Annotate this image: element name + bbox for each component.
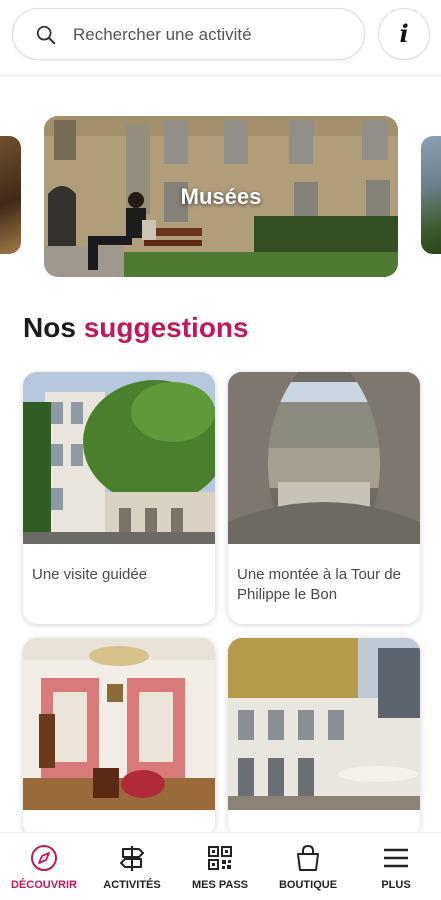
suggestions-title: Nos suggestions: [23, 312, 249, 344]
suggestion-card-caption: Une visite guidée: [32, 566, 148, 583]
search-icon: [36, 25, 56, 45]
nav-boutique[interactable]: BOUTIQUE: [264, 833, 352, 900]
compass-icon: [31, 845, 57, 871]
suggestion-card-cour[interactable]: [228, 638, 420, 838]
info-button[interactable]: i: [378, 8, 430, 60]
qr-code-icon: [208, 846, 232, 870]
signpost-icon: [120, 846, 144, 871]
suggestion-card-salon[interactable]: [23, 638, 215, 838]
search-bar[interactable]: Rechercher une activité: [12, 8, 365, 60]
nav-label: DÉCOUVRIR: [10, 879, 77, 891]
suggestion-card-tour-philippe-le-bon[interactable]: Une montée à la Tour de Philippe le Bon: [228, 372, 420, 624]
visite-guidee-photo: [23, 372, 215, 544]
info-icon: i: [399, 19, 409, 48]
suggestion-card-caption: Une montée à la Tour de Philippe le Bon: [237, 566, 401, 603]
top-bar: Rechercher une activité i: [0, 0, 441, 76]
tour-philippe-photo: [228, 372, 420, 544]
suggestions-title-plain: Nos: [23, 312, 76, 343]
nav-label: BOUTIQUE: [278, 879, 338, 891]
shopping-bag-icon: [297, 844, 319, 871]
salon-photo: [23, 638, 215, 810]
carousel-card-previous[interactable]: [0, 136, 21, 254]
suggestions-title-accent: suggestions: [83, 312, 249, 343]
menu-icon: [384, 848, 408, 868]
nav-label: MES PASS: [191, 879, 249, 891]
nav-plus[interactable]: PLUS: [352, 833, 440, 900]
category-carousel[interactable]: Musées: [0, 114, 441, 278]
nav-mes-pass[interactable]: MES PASS: [176, 833, 264, 900]
nav-activites[interactable]: ACTIVITÉS: [88, 833, 176, 900]
search-placeholder: Rechercher une activité: [73, 25, 252, 44]
cour-photo: [228, 638, 420, 810]
suggestion-card-visite-guidee[interactable]: Une visite guidée: [23, 372, 215, 624]
bottom-navigation: DÉCOUVRIR ACTIVITÉS MES PASS BOUTIQUE PL…: [0, 832, 441, 900]
nav-label: ACTIVITÉS: [103, 879, 161, 891]
nav-label: PLUS: [381, 879, 411, 891]
carousel-card-musees[interactable]: Musées: [44, 116, 398, 277]
nav-decouvrir[interactable]: DÉCOUVRIR: [0, 833, 88, 900]
carousel-card-label: Musées: [180, 184, 262, 209]
carousel-card-next[interactable]: [421, 136, 441, 254]
